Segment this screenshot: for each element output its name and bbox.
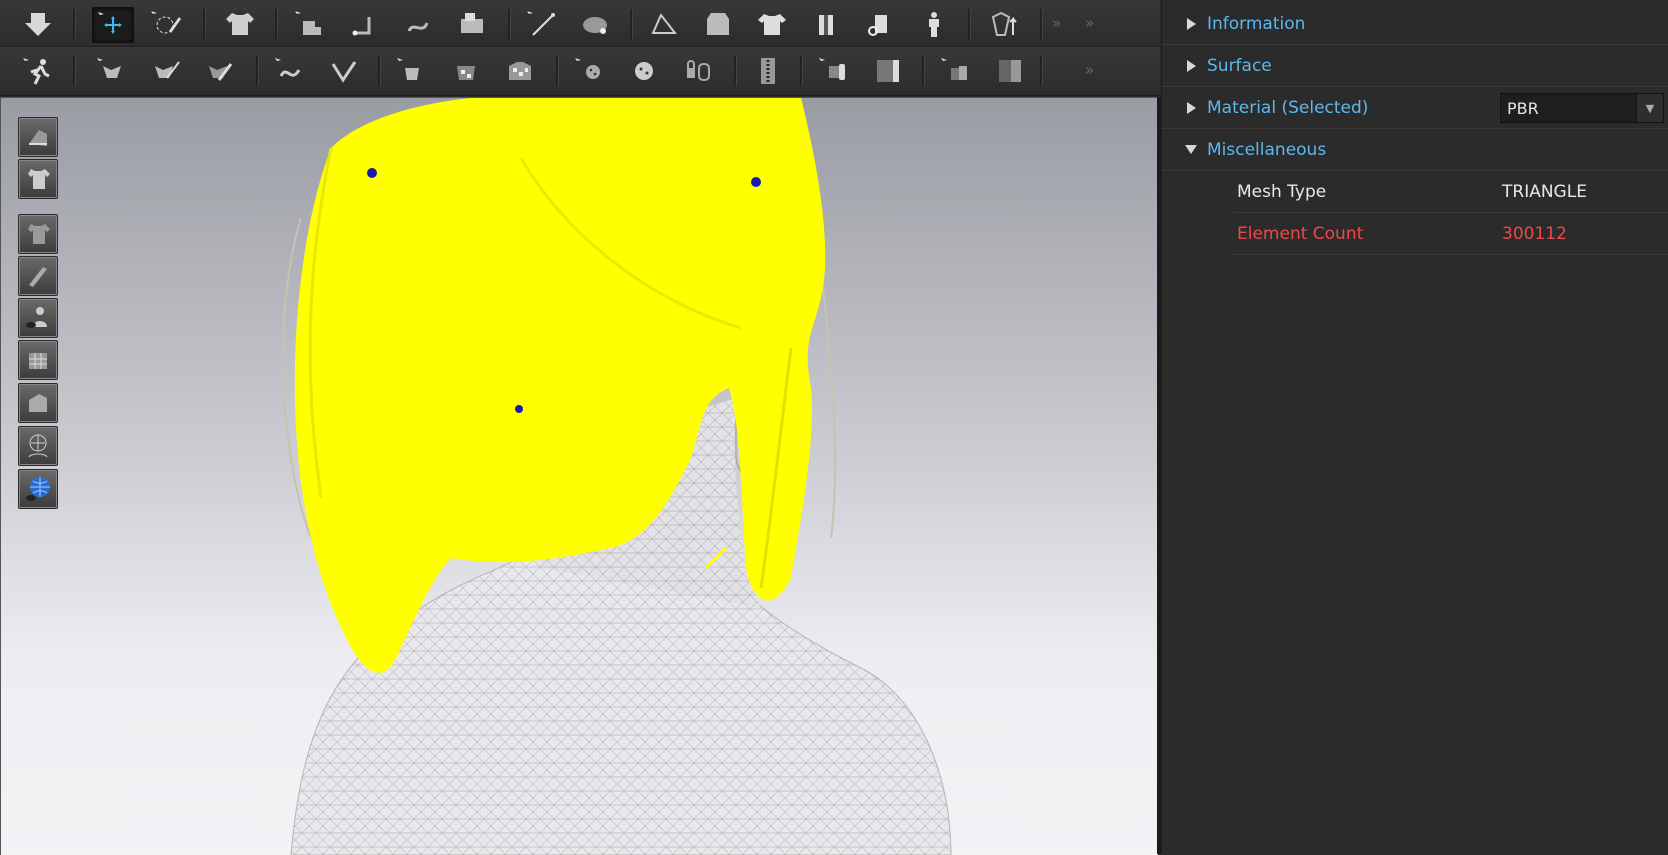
expand-arrow-icon[interactable] — [1187, 59, 1196, 72]
puckering-icon[interactable] — [868, 54, 908, 88]
section-title-surface[interactable]: Surface — [1207, 56, 1272, 76]
strip-icon[interactable] — [936, 54, 976, 88]
transform-pattern-icon[interactable] — [92, 7, 134, 43]
arrangement-icon[interactable] — [806, 7, 846, 41]
expand-arrow-icon[interactable] — [1187, 17, 1196, 30]
view-avatar-icon[interactable] — [18, 117, 58, 157]
roll-icon[interactable] — [814, 54, 854, 88]
garment-icon[interactable] — [220, 7, 260, 41]
needle-icon[interactable] — [522, 7, 562, 41]
curve-point-icon[interactable] — [398, 7, 438, 41]
avatar-arrangement-icon[interactable] — [860, 7, 900, 41]
shirt-icon[interactable] — [752, 7, 792, 41]
button-hole-icon[interactable] — [624, 54, 664, 88]
section-title-material[interactable]: Material (Selected) — [1207, 98, 1368, 118]
mesh-type-label: Mesh Type — [1237, 181, 1327, 202]
edit-pin-icon[interactable] — [146, 54, 186, 88]
section-information[interactable]: Information — [1162, 3, 1668, 45]
material-type-value: PBR — [1507, 98, 1539, 118]
mesh-type-row: Mesh Type TRIANGLE — [1234, 171, 1668, 213]
property-panel: Information Surface Material (Selected) … — [1161, 0, 1668, 854]
view-globe-icon[interactable] — [18, 469, 58, 509]
element-count-label: Element Count — [1237, 223, 1364, 244]
jacket-icon[interactable] — [698, 7, 738, 41]
layout-icon[interactable] — [644, 7, 684, 41]
edit-pattern-icon[interactable] — [146, 7, 186, 41]
toolbar-row-1: » » — [0, 0, 1160, 47]
avatar-render — [281, 98, 952, 855]
section-miscellaneous[interactable]: Miscellaneous — [1162, 129, 1668, 171]
element-count-value: 300112 — [1502, 223, 1567, 244]
view-garment-icon[interactable] — [18, 159, 58, 199]
view-grid-icon[interactable] — [18, 340, 58, 380]
zipper-icon[interactable] — [748, 54, 788, 88]
view-mesh-icon[interactable] — [18, 426, 58, 466]
toolbar-more-button-3[interactable]: » — [1085, 61, 1094, 79]
view-avatar-eye-icon[interactable] — [18, 298, 58, 338]
view-shirt-icon[interactable] — [18, 214, 58, 254]
element-count-row: Element Count 300112 — [1234, 213, 1668, 255]
section-material[interactable]: Material (Selected) PBR ▼ — [1162, 87, 1668, 129]
chevron-down-icon[interactable]: ▼ — [1636, 94, 1663, 122]
view-pattern-icon[interactable] — [18, 256, 58, 296]
section-surface[interactable]: Surface — [1162, 45, 1668, 87]
toolbar-more-button-2[interactable]: » — [1085, 14, 1094, 32]
download-arrow-icon[interactable] — [18, 7, 58, 41]
zipper-lock-icon[interactable] — [678, 54, 718, 88]
toolbar-more-button[interactable]: » — [1052, 14, 1061, 32]
fabric-stitch-icon[interactable] — [392, 54, 432, 88]
expand-arrow-icon[interactable] — [1187, 101, 1196, 114]
collapse-arrow-icon[interactable] — [1185, 145, 1197, 154]
walk-icon[interactable] — [18, 54, 58, 88]
sewing-machine-icon[interactable] — [452, 7, 492, 41]
fold-icon[interactable] — [576, 7, 616, 41]
toolbar-row-2: » — [0, 47, 1160, 96]
material-type-select[interactable]: PBR ▼ — [1500, 93, 1664, 123]
export-icon[interactable] — [982, 7, 1022, 41]
strip-wide-icon[interactable] — [990, 54, 1030, 88]
fabric-fold-icon[interactable] — [446, 54, 486, 88]
avatar-pose-icon[interactable] — [914, 7, 954, 41]
section-title-information[interactable]: Information — [1207, 14, 1305, 34]
segment-point-icon[interactable] — [290, 7, 330, 41]
point-line-icon[interactable] — [344, 7, 384, 41]
texture-icon[interactable] — [500, 54, 540, 88]
button-icon[interactable] — [570, 54, 610, 88]
mesh-type-value: TRIANGLE — [1502, 181, 1587, 202]
tack-icon[interactable] — [200, 54, 240, 88]
section-title-miscellaneous[interactable]: Miscellaneous — [1207, 140, 1326, 160]
pin-pattern-icon[interactable] — [92, 54, 132, 88]
edit-curve-icon[interactable] — [270, 54, 310, 88]
3d-viewport[interactable] — [0, 97, 1158, 855]
tape-icon[interactable] — [324, 54, 364, 88]
view-cube-icon[interactable] — [18, 383, 58, 423]
